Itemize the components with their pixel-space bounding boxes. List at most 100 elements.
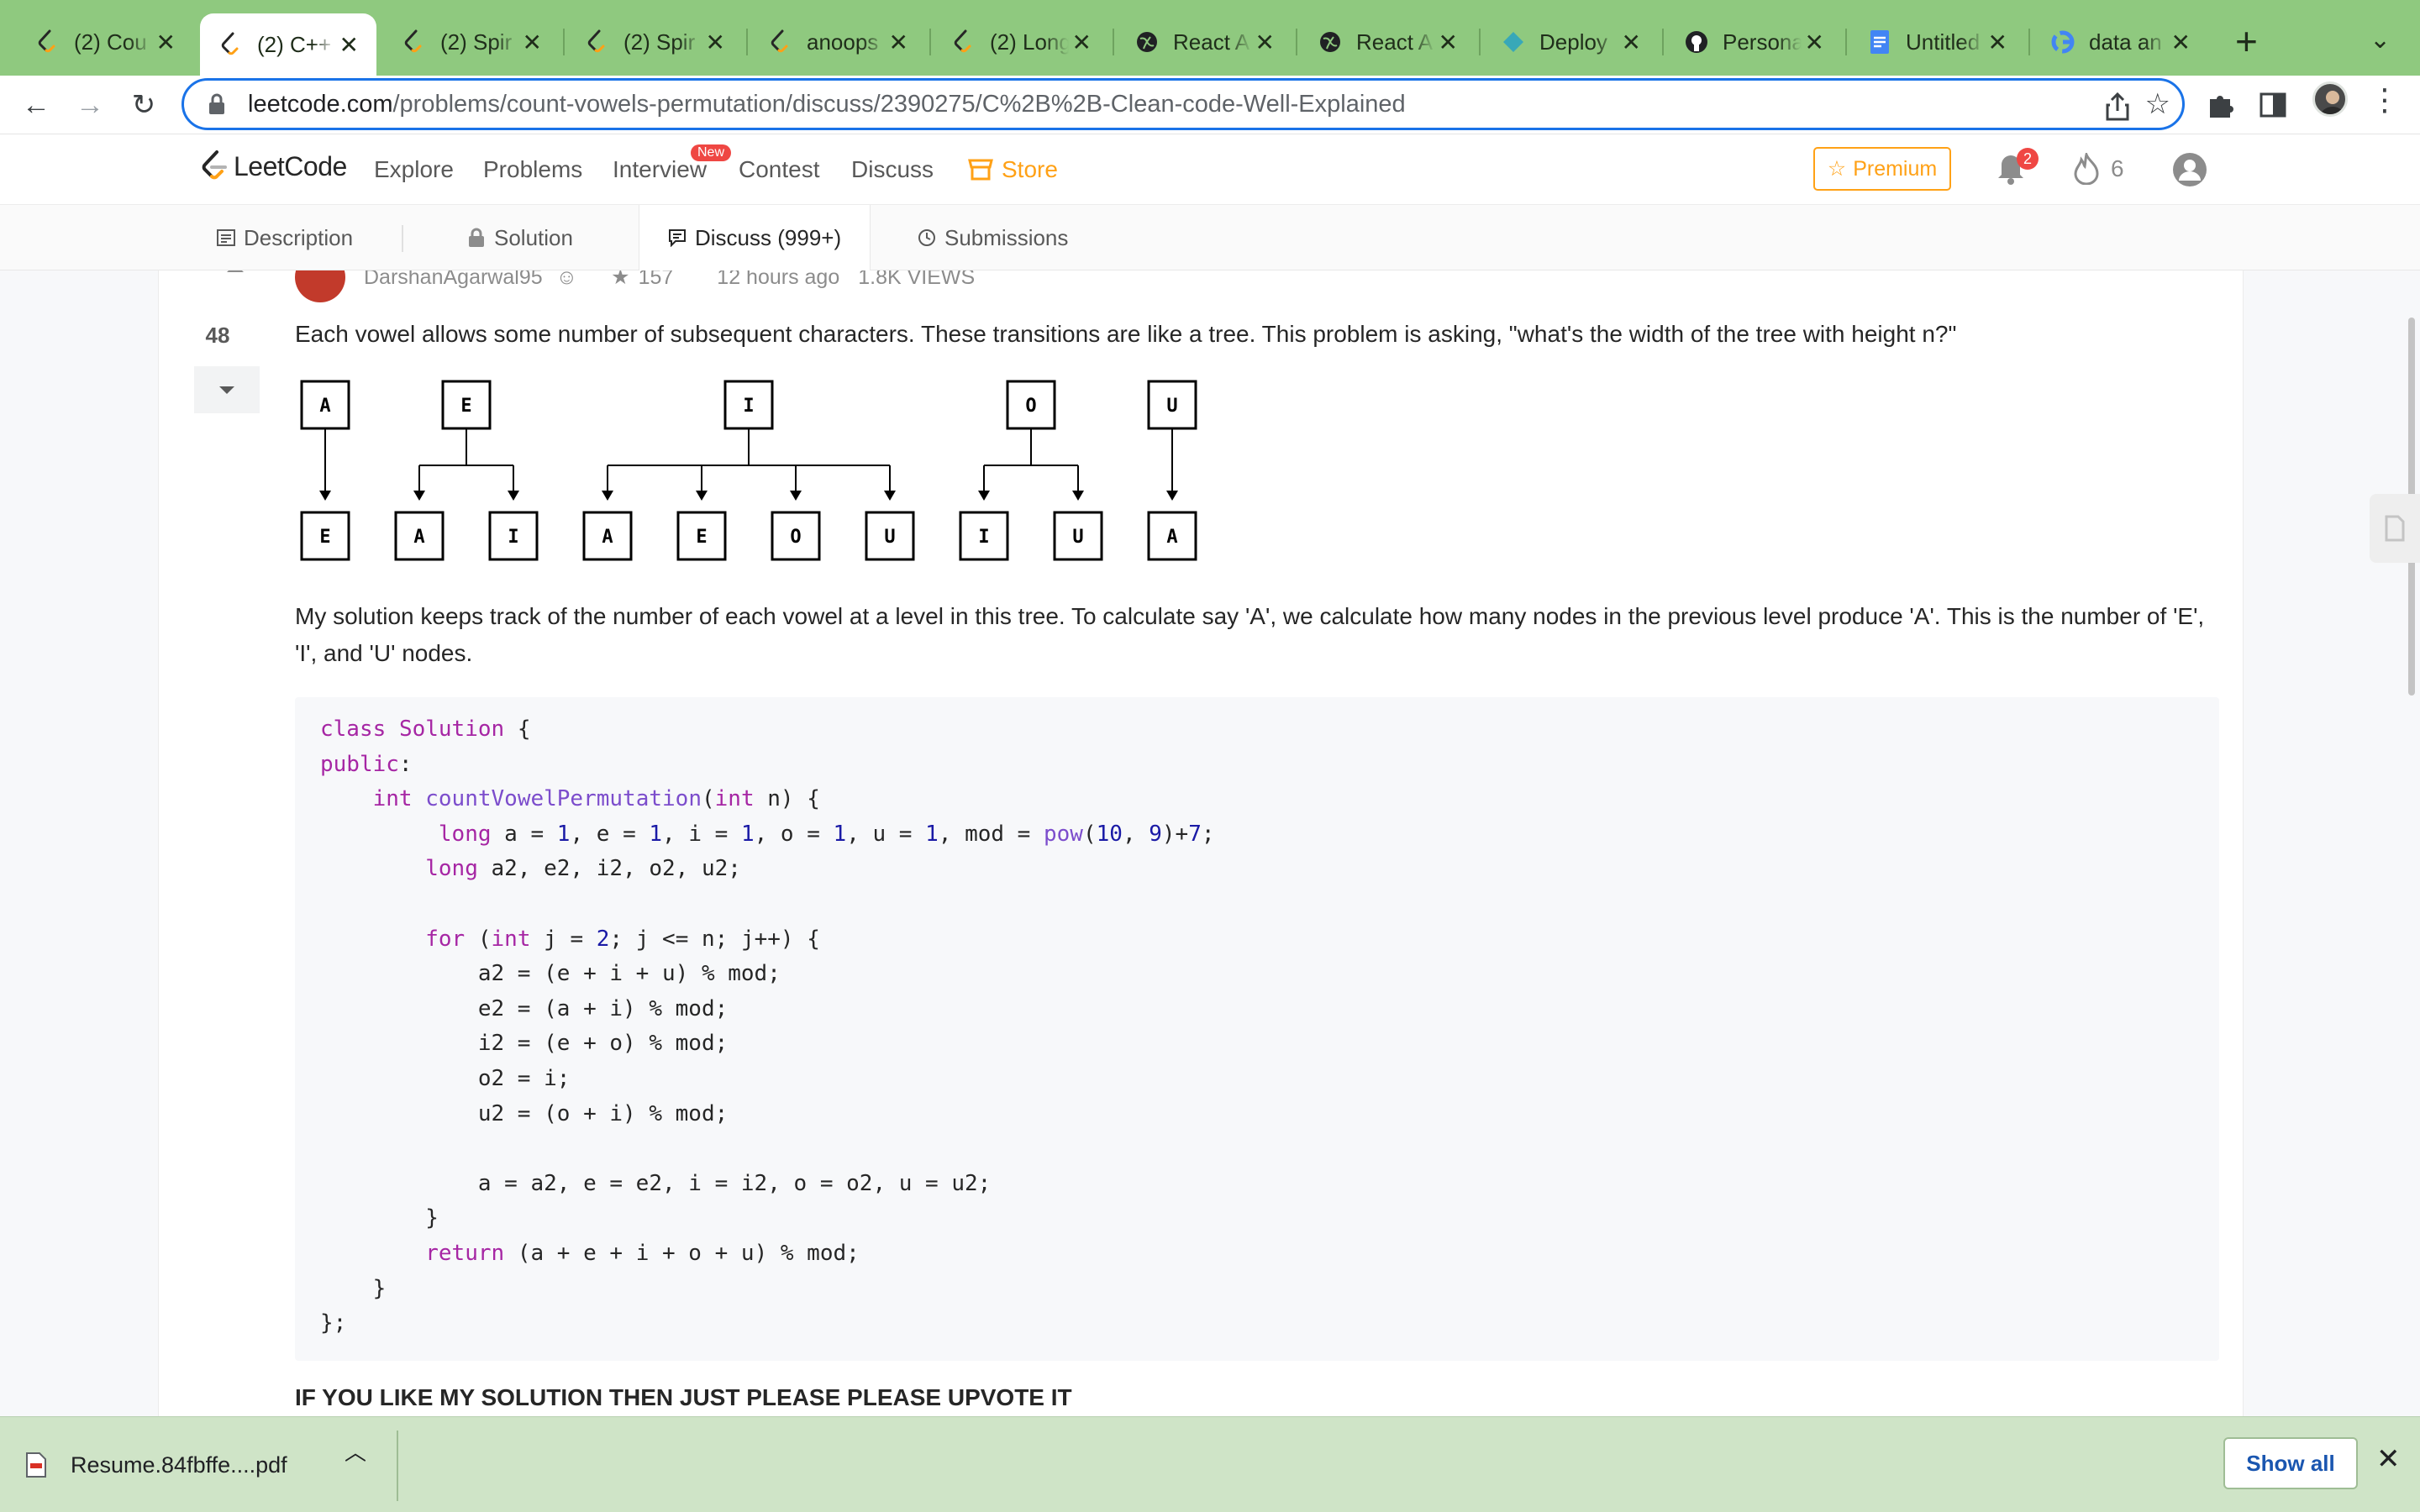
vote-count: 48 <box>205 323 230 348</box>
browser-tab[interactable]: data an ✕ <box>2032 17 2208 67</box>
browser-tab[interactable]: (2) Spir ✕ <box>383 17 560 67</box>
tab-close-icon[interactable]: ✕ <box>1435 29 1460 56</box>
tree-arrowhead <box>1166 491 1178 501</box>
browser-tab[interactable]: (2) Long ✕ <box>933 17 1109 67</box>
tab-close-icon[interactable]: ✕ <box>1618 29 1644 56</box>
tree-arrowhead <box>884 491 896 501</box>
nav-discuss[interactable]: Discuss <box>851 156 934 183</box>
reputation-star-icon: ★ <box>611 270 630 289</box>
browser-tab[interactable]: React A ✕ <box>1116 17 1292 67</box>
downvote-button[interactable] <box>194 366 260 413</box>
side-panel-handle[interactable] <box>2370 494 2420 563</box>
browser-tab-title: React A <box>1356 29 1434 55</box>
nav-contest[interactable]: Contest <box>739 156 820 183</box>
tab-close-icon[interactable]: ✕ <box>153 29 178 56</box>
browser-tab-title: (2) Spir <box>623 29 696 55</box>
tab-solution[interactable]: Solution <box>467 205 573 270</box>
tab-close-icon[interactable]: ✕ <box>1985 29 2010 56</box>
tree-arrowhead <box>790 491 802 501</box>
tab-search-chevron-icon[interactable]: ⌄ <box>2370 25 2391 55</box>
description-icon <box>217 229 235 246</box>
nav-store[interactable]: Store <box>968 156 1058 183</box>
browser-tab[interactable]: Persona ✕ <box>1665 17 1842 67</box>
premium-label: Premium <box>1853 156 1938 181</box>
tab-close-icon[interactable]: ✕ <box>336 31 361 59</box>
post-time: 12 hours ago <box>717 270 840 289</box>
streak-counter[interactable]: 6 <box>2074 153 2124 185</box>
browser-tab[interactable]: Deploy ✕ <box>1482 17 1659 67</box>
lock-icon <box>469 228 484 247</box>
url-text: leetcode.com/problems/count-vowels-permu… <box>248 91 1406 118</box>
discuss-icon <box>669 229 686 247</box>
close-download-bar-icon[interactable]: ✕ <box>2376 1442 2401 1476</box>
side-panel-icon[interactable] <box>2254 86 2292 124</box>
back-arrow-icon[interactable]: ← <box>13 82 59 128</box>
tab-divider <box>402 225 403 252</box>
tab-close-icon[interactable]: ✕ <box>519 29 544 56</box>
tab-separator <box>2028 29 2030 55</box>
leetcode-favicon-icon <box>35 29 60 55</box>
tab-close-icon[interactable]: ✕ <box>886 29 911 56</box>
browser-menu-icon[interactable]: ⋮ <box>2370 82 2400 118</box>
profile-avatar[interactable] <box>2312 81 2348 117</box>
downvote-arrow-icon <box>219 386 234 394</box>
user-avatar-icon[interactable] <box>2171 151 2208 188</box>
tree-parent-node-label: A <box>319 396 330 417</box>
nav-problems[interactable]: Problems <box>483 156 582 183</box>
tab-close-icon[interactable]: ✕ <box>1069 29 1094 56</box>
tree-parent-node-label: I <box>743 396 754 417</box>
premium-button[interactable]: ☆ Premium <box>1813 147 1951 191</box>
tab-close-icon[interactable]: ✕ <box>1802 29 1827 56</box>
tree-child-node-label: I <box>508 527 518 548</box>
upvote-button[interactable] <box>211 270 260 287</box>
tab-submissions[interactable]: Submissions <box>918 205 1068 270</box>
tab-description-label: Description <box>244 224 354 250</box>
browser-tab-title: Deploy <box>1539 29 1607 55</box>
tree-child-node-label: A <box>413 527 424 548</box>
post-intro: Each vowel allows some number of subsequ… <box>295 321 1957 347</box>
browser-tab[interactable]: (2) Cou ✕ <box>17 17 193 67</box>
url-host: leetcode.com <box>248 90 393 118</box>
leetcode-header: LeetCode Explore Problems Interview New … <box>0 134 2420 205</box>
browser-tab[interactable]: anoops ✕ <box>750 17 926 67</box>
tree-arrowhead <box>508 491 519 501</box>
tree-parent-node-label: E <box>460 396 471 417</box>
tab-close-icon[interactable]: ✕ <box>702 29 728 56</box>
share-icon[interactable] <box>2105 92 2130 121</box>
leetcode-favicon-icon <box>585 29 610 55</box>
browser-tab[interactable]: Untitled ✕ <box>1849 17 2025 67</box>
browser-tab-title: Persona <box>1723 29 1802 55</box>
tab-close-icon[interactable]: ✕ <box>2168 29 2193 56</box>
author-name[interactable]: DarshanAgarwal95 <box>364 270 543 290</box>
bookmark-star-icon[interactable]: ☆ <box>2145 87 2170 121</box>
browser-tab-title: (2) Spir <box>440 29 513 55</box>
code-block[interactable]: class Solution { public: int countVowelP… <box>295 697 2219 1361</box>
tree-child-node-label: I <box>978 527 989 548</box>
show-all-downloads-button[interactable]: Show all <box>2223 1437 2358 1489</box>
author-avatar[interactable] <box>295 270 345 302</box>
download-item[interactable]: Resume.84fbffe....pdf <box>25 1434 395 1496</box>
nav-explore[interactable]: Explore <box>374 156 454 183</box>
tab-close-icon[interactable]: ✕ <box>1252 29 1277 56</box>
upvote-arrow-icon <box>227 270 244 272</box>
tab-discuss[interactable]: Discuss (999+) <box>639 205 871 270</box>
browser-tab[interactable]: (2) C++ ✕ <box>200 13 376 76</box>
browser-tab[interactable]: (2) Spir ✕ <box>566 17 743 67</box>
tab-separator <box>1296 29 1297 55</box>
post-author-row: DarshanAgarwal95 ☺ ★ 157 12 hours ago 1.… <box>295 270 975 302</box>
tab-description[interactable]: Description <box>217 205 353 270</box>
forward-arrow-icon[interactable]: → <box>67 82 113 128</box>
tree-arrowhead <box>602 491 613 501</box>
leetcode-favicon-icon <box>218 32 244 57</box>
nav-interview[interactable]: Interview <box>613 156 707 183</box>
github-favicon-icon <box>1684 29 1709 55</box>
extensions-puzzle-icon[interactable] <box>2202 86 2240 124</box>
reload-icon[interactable]: ↻ <box>121 82 166 128</box>
tab-discuss-label: Discuss (999+) <box>695 224 842 250</box>
code-text: class Solution { public: int countVowelP… <box>320 717 1215 1336</box>
leetcode-logo[interactable]: LeetCode <box>200 150 347 183</box>
browser-tab[interactable]: React A ✕ <box>1299 17 1476 67</box>
new-tab-button[interactable]: + <box>2235 18 2258 64</box>
address-bar[interactable]: leetcode.com/problems/count-vowels-permu… <box>182 78 2185 130</box>
download-options-chevron-icon[interactable]: ︿ <box>345 1436 366 1467</box>
